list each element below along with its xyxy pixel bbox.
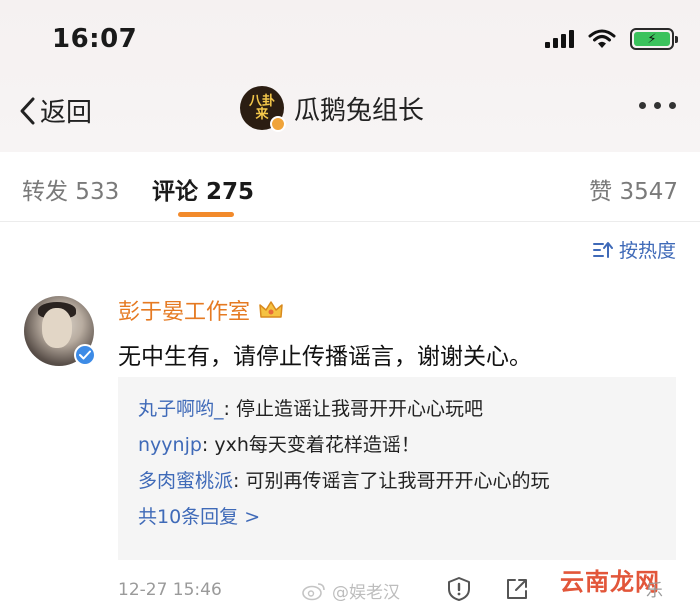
tab-forward[interactable]: 转发 533 bbox=[22, 172, 119, 206]
tab-bar: 转发 533 评论 275 赞 3547 bbox=[0, 152, 700, 222]
chevron-left-icon bbox=[20, 97, 35, 124]
sort-icon bbox=[592, 241, 613, 258]
battery-icon: ⚡ bbox=[630, 28, 678, 50]
verified-badge-icon bbox=[270, 116, 286, 132]
status-time: 16:07 bbox=[52, 24, 138, 54]
back-button[interactable]: 返回 bbox=[18, 92, 92, 129]
page-title: 瓜鹅兔组长 bbox=[294, 95, 425, 126]
weibo-watermark-text: @娱老汉 bbox=[332, 583, 400, 603]
share-icon[interactable] bbox=[504, 576, 530, 605]
reply-text: : 可别再传谣言了让我哥开开心心的玩 bbox=[233, 470, 550, 492]
wifi-icon bbox=[588, 29, 616, 48]
reply-text: : 停止造谣让我哥开开心心玩吧 bbox=[223, 398, 483, 420]
reply-item[interactable]: 丸子啊哟_: 停止造谣让我哥开开心心玩吧 bbox=[138, 391, 656, 427]
report-icon[interactable] bbox=[446, 576, 472, 605]
verified-icon bbox=[74, 344, 96, 366]
site-watermark-tail: 乐 bbox=[646, 581, 663, 601]
reply-user[interactable]: 丸子啊哟_ bbox=[138, 398, 224, 420]
reply-item[interactable]: nyynjp: yxh每天变着花样造谣！ bbox=[138, 427, 656, 463]
crown-icon bbox=[259, 301, 283, 318]
back-label: 返回 bbox=[40, 98, 93, 128]
tab-comment[interactable]: 评论 275 bbox=[152, 172, 254, 206]
reply-user[interactable]: 多肉蜜桃派 bbox=[138, 470, 233, 492]
site-watermark: 云南龙网 bbox=[560, 568, 660, 596]
comment-author[interactable]: 彭于晏工作室 bbox=[118, 294, 284, 326]
status-icons: ⚡ bbox=[545, 28, 678, 50]
signal-icon bbox=[545, 30, 574, 48]
nav-title-group[interactable]: 八卦来 瓜鹅兔组长 bbox=[240, 86, 425, 132]
comment-text: 无中生有，请停止传播谣言，谢谢关心。 bbox=[118, 344, 532, 370]
weibo-logo-icon bbox=[302, 582, 325, 600]
reply-list: 丸子啊哟_: 停止造谣让我哥开开心心玩吧 nyynjp: yxh每天变着花样造谣… bbox=[118, 377, 676, 560]
sort-label: 按热度 bbox=[618, 240, 676, 262]
comment-time: 12-27 15:46 bbox=[118, 580, 222, 600]
weibo-watermark: @娱老汉 bbox=[302, 578, 400, 603]
reply-item[interactable]: 多肉蜜桃派: 可别再传谣言了让我哥开开心心的玩 bbox=[138, 463, 656, 499]
tab-like[interactable]: 赞 3547 bbox=[589, 172, 678, 206]
active-tab-indicator bbox=[178, 212, 234, 217]
more-replies-link[interactable]: 共10条回复 > bbox=[138, 499, 656, 535]
author-name: 彭于晏工作室 bbox=[118, 300, 251, 325]
sort-button[interactable]: 按热度 bbox=[592, 236, 676, 263]
reply-text: : yxh每天变着花样造谣！ bbox=[201, 434, 420, 456]
account-avatar: 八卦来 bbox=[240, 86, 286, 132]
reply-user[interactable]: nyynjp bbox=[138, 434, 202, 456]
more-options-icon[interactable] bbox=[639, 102, 676, 109]
